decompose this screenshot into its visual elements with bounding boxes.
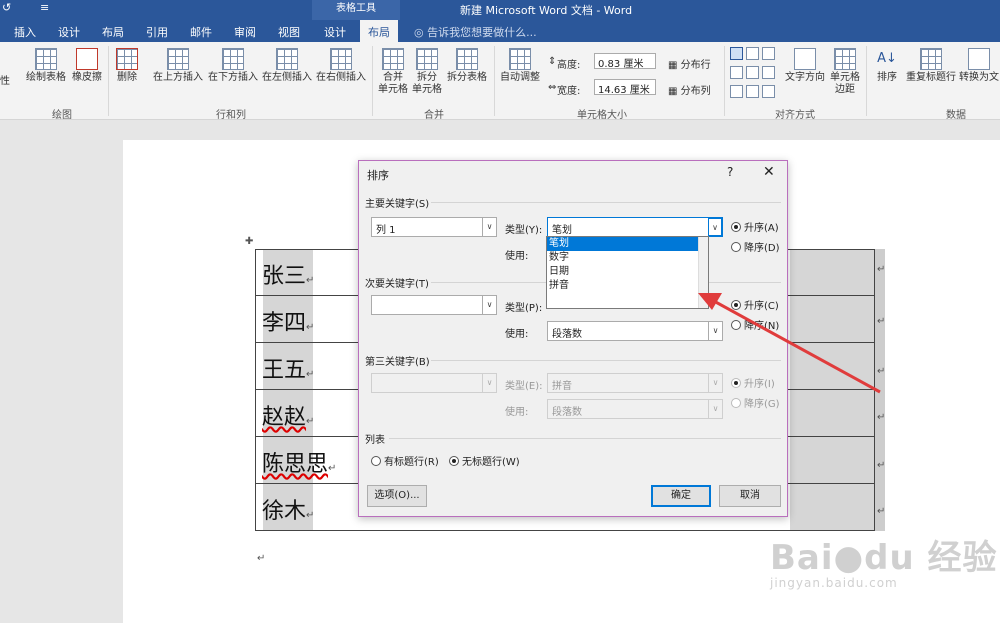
arrow-shaft xyxy=(711,298,881,394)
arrow-head xyxy=(698,293,722,310)
baidu-watermark-logo: Bai●du 经验 jingyan.baidu.com xyxy=(770,538,998,590)
